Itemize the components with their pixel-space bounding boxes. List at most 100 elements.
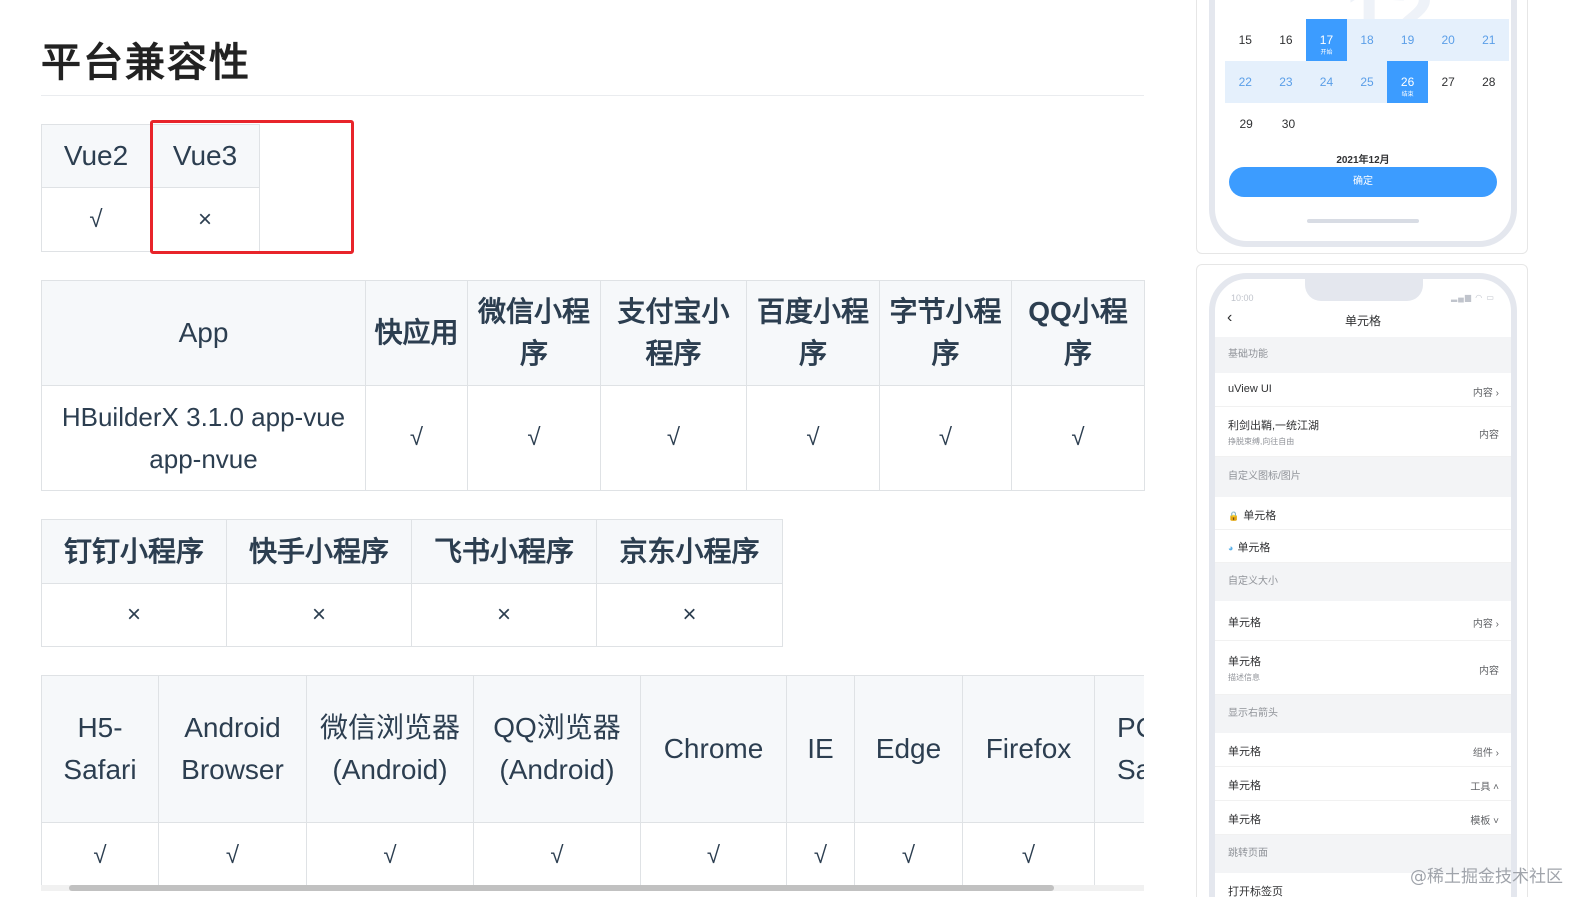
- image-icon: ◕: [1228, 543, 1234, 553]
- home-indicator: [1307, 219, 1419, 223]
- calendar-day-tag: 开始: [1320, 50, 1333, 56]
- calendar-day-number: 26: [1400, 75, 1415, 89]
- cell-title: uView UI: [1228, 383, 1272, 395]
- cell-value: 模板 ˅: [1470, 816, 1499, 827]
- table-cell: √: [158, 822, 307, 889]
- calendar-day[interactable]: 28: [1468, 61, 1509, 103]
- cell-item[interactable]: uView UI 内容 ›: [1215, 373, 1511, 407]
- cell-item[interactable]: 单元格 工具 ˄: [1215, 767, 1511, 801]
- calendar-day[interactable]: 25: [1346, 61, 1388, 103]
- calendar-day-number: 21: [1482, 33, 1496, 47]
- calendar-day-number: 29: [1239, 117, 1253, 131]
- cell-value: 内容: [1479, 430, 1499, 441]
- phone-notch: [1305, 279, 1423, 301]
- calendar-day[interactable]: 20: [1427, 19, 1469, 61]
- calendar-day-number: 22: [1238, 75, 1252, 89]
- calendar-day-number: 19: [1400, 33, 1415, 47]
- phone-frame: 12 891011121314 151617开始18192021 2223242…: [1209, 0, 1517, 247]
- calendar-day-tag: 结束: [1401, 92, 1414, 98]
- calendar-day[interactable]: 24: [1306, 61, 1347, 103]
- calendar-day[interactable]: 29: [1225, 103, 1267, 145]
- calendar-day[interactable]: 22: [1225, 61, 1266, 103]
- cell-title: 单元格: [1228, 814, 1261, 826]
- cell-group-title: 显示右箭头: [1215, 695, 1511, 733]
- cell-item[interactable]: 单元格 内容 ›: [1215, 601, 1511, 641]
- calendar-day-number: 18: [1360, 33, 1374, 47]
- calendar-day-number: 30: [1281, 117, 1296, 131]
- table-cell: √: [854, 822, 963, 889]
- calendar-preview-card: 12 891011121314 151617开始18192021 2223242…: [1196, 0, 1528, 254]
- calendar-day[interactable]: 26 结束: [1387, 61, 1428, 103]
- cell-value: 组件 ›: [1472, 748, 1499, 759]
- cell-item[interactable]: 单元格 描述信息 内容: [1215, 641, 1511, 695]
- cell-group-title: 自定义大小: [1215, 563, 1511, 601]
- lock-icon: 🔒: [1228, 511, 1240, 521]
- table-header-cell: Edge: [854, 675, 963, 823]
- calendar-day[interactable]: 18: [1346, 19, 1388, 61]
- cell-item[interactable]: ◕ 单元格: [1215, 530, 1511, 563]
- cell-title: 单元格: [1237, 542, 1271, 554]
- table-header-cell: Firefox: [962, 675, 1095, 823]
- table-cell: √: [962, 822, 1095, 889]
- cell-value: 内容: [1479, 666, 1499, 677]
- cell-item[interactable]: 🔒 单元格: [1215, 497, 1511, 530]
- h5-compat-table: H5-Safari Android Browser 微信浏览器(Android)…: [41, 675, 1144, 889]
- cell-title: 单元格: [1228, 656, 1261, 668]
- table-row: √ √ √ √ √ √ √ √ √: [41, 822, 1144, 889]
- table-header-cell: PC-Safari: [1094, 675, 1144, 823]
- scrollbar-thumb[interactable]: [69, 885, 1054, 891]
- calendar-day-number: 25: [1360, 75, 1374, 89]
- table-header-cell: H5-Safari: [41, 675, 159, 823]
- horizontal-scrollbar[interactable]: [41, 885, 1144, 891]
- table-header-cell: IE: [786, 675, 855, 823]
- calendar-day[interactable]: 17 开始: [1306, 19, 1347, 61]
- calendar-day[interactable]: 19: [1387, 19, 1428, 61]
- calendar-day[interactable]: 16: [1266, 19, 1307, 61]
- calendar-month-label: 2021年12月: [1336, 155, 1390, 166]
- calendar-day-number: 15: [1238, 33, 1252, 47]
- table-header-row: H5-Safari Android Browser 微信浏览器(Android)…: [41, 675, 1144, 823]
- cell-value: 内容 ›: [1472, 388, 1499, 399]
- cell-title: 单元格: [1228, 746, 1261, 758]
- cell-title: 单元格: [1243, 510, 1277, 522]
- cell-group-title: 自定义图标/图片: [1215, 457, 1511, 497]
- calendar-day[interactable]: 21: [1468, 19, 1510, 61]
- cell-label: 描述信息: [1228, 673, 1260, 682]
- calendar-day[interactable]: 23: [1265, 61, 1307, 103]
- calendar-day[interactable]: 15: [1225, 19, 1266, 61]
- calendar-day[interactable]: 30: [1267, 103, 1309, 145]
- calendar-week-row: 15 16 17 开始 18 19 20 21: [1225, 19, 1510, 61]
- status-time: 10:00: [1231, 293, 1254, 303]
- calendar-week-row: 29 30: [1225, 103, 1509, 145]
- calendar-day-number: 23: [1279, 75, 1293, 89]
- h5-table-scroll-area[interactable]: H5-Safari Android Browser 微信浏览器(Android)…: [0, 0, 1144, 897]
- cell-value: 内容 ›: [1472, 619, 1499, 630]
- table-cell: √: [41, 822, 159, 889]
- doc-content: 平台兼容性 Vue2 Vue3 √ × App 快应用 微信小程序 支付宝小程序…: [0, 0, 1160, 897]
- table-header-cell: Chrome: [640, 675, 787, 823]
- table-cell: √: [306, 822, 474, 889]
- cell-item[interactable]: 单元格 模板 ˅: [1215, 801, 1511, 835]
- calendar-day-number: 17: [1319, 33, 1334, 47]
- calendar-day-number: 20: [1441, 33, 1455, 47]
- calendar-day-number: 28: [1482, 75, 1496, 89]
- cell-item[interactable]: 利剑出鞘,一统江湖 挣脱束缚,向往自由 内容: [1215, 407, 1511, 457]
- calendar-day[interactable]: 27: [1428, 61, 1469, 103]
- table-cell: √: [640, 822, 787, 889]
- nav-title: 单元格: [1344, 314, 1381, 328]
- cell-title: 打开标签页: [1228, 886, 1283, 897]
- table-header-cell: Android Browser: [158, 675, 307, 823]
- table-cell: √: [1094, 822, 1144, 889]
- site-watermark: @稀土掘金技术社区: [1410, 867, 1563, 887]
- cell-preview-card: 10:00 ▂▄▆ ◠ ▭ ‹ 单元格 基础功能 uView UI 内容 › 利…: [1196, 264, 1528, 897]
- cell-item[interactable]: 单元格 组件 ›: [1215, 733, 1511, 767]
- phone-frame: 10:00 ▂▄▆ ◠ ▭ ‹ 单元格 基础功能 uView UI 内容 › 利…: [1209, 273, 1517, 897]
- calendar-day-number: 27: [1441, 75, 1455, 89]
- table-header-cell: QQ浏览器(Android): [473, 675, 641, 823]
- table-cell: √: [786, 822, 855, 889]
- cell-value: 工具 ˄: [1470, 782, 1499, 793]
- cell-title: 单元格: [1228, 780, 1261, 792]
- confirm-button[interactable]: 确定: [1229, 167, 1497, 197]
- table-cell: √: [473, 822, 641, 889]
- calendar-day-number: 24: [1319, 75, 1334, 89]
